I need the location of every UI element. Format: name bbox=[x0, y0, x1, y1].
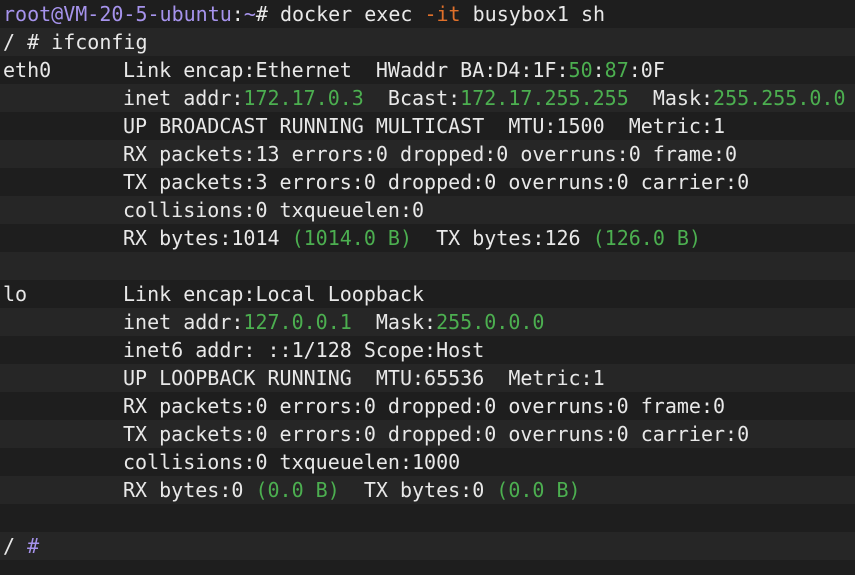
eth0-collisions: collisions:0 txqueuelen:0 bbox=[123, 198, 425, 222]
lo-line-6: TX packets:0 errors:0 dropped:0 overruns… bbox=[0, 420, 855, 448]
lo-tx-bytes: TX bytes:0 bbox=[339, 478, 497, 502]
lo-rx-packets: RX packets:0 errors:0 dropped:0 overruns… bbox=[123, 394, 726, 418]
eth0-link-encap: Link encap:Ethernet HWaddr BA:D4:1F: bbox=[123, 58, 569, 82]
eth0-rx-bytes-human: (1014.0 B) bbox=[291, 226, 412, 250]
lo-line-3: inet6 addr: ::1/128 Scope:Host bbox=[0, 336, 855, 364]
eth0-hwaddr-part: 87 bbox=[604, 58, 629, 82]
eth0-bcast-addr: 172.17.255.255 bbox=[460, 86, 629, 110]
host-prompt-line: root@VM-20-5-ubuntu:~# docker exec -it b… bbox=[0, 0, 855, 28]
eth0-hwaddr-sep: : bbox=[592, 58, 605, 82]
eth0-flags: UP BROADCAST RUNNING MULTICAST MTU:1500 … bbox=[123, 114, 726, 138]
lo-mask-label: Mask: bbox=[351, 310, 437, 334]
lo-inet-label: inet addr: bbox=[123, 310, 244, 334]
shell-command: ifconfig bbox=[51, 30, 148, 54]
lo-line-2: inet addr:127.0.0.1 Mask:255.0.0.0 bbox=[0, 308, 855, 336]
prompt-userhost: root@VM-20-5-ubuntu bbox=[3, 2, 232, 26]
lo-line-1: lo Link encap:Local Loopback bbox=[0, 280, 855, 308]
command-text: docker exec bbox=[279, 2, 425, 26]
lo-mask-addr: 255.0.0.0 bbox=[436, 310, 545, 334]
eth0-rx-packets: RX packets:13 errors:0 dropped:0 overrun… bbox=[123, 142, 738, 166]
trailing-line bbox=[0, 560, 855, 575]
shell-prompt: / # bbox=[3, 30, 52, 54]
prompt-path: ~ bbox=[243, 2, 256, 26]
eth0-inet-label: inet addr: bbox=[123, 86, 244, 110]
eth0-line-6: collisions:0 txqueuelen:0 bbox=[0, 196, 855, 224]
eth0-inet-addr: 172.17.0.3 bbox=[243, 86, 364, 110]
final-prompt-slash: / bbox=[3, 534, 28, 558]
eth0-line-2: inet addr:172.17.0.3 Bcast:172.17.255.25… bbox=[0, 84, 855, 112]
eth0-line-1: eth0 Link encap:Ethernet HWaddr BA:D4:1F:… bbox=[0, 56, 855, 84]
terminal-window[interactable]: root@VM-20-5-ubuntu:~# docker exec -it b… bbox=[0, 0, 855, 575]
blank-line bbox=[0, 252, 855, 280]
prompt-separator: : bbox=[231, 2, 244, 26]
lo-line-7: collisions:0 txqueuelen:1000 bbox=[0, 448, 855, 476]
eth0-mask-label: Mask: bbox=[628, 86, 714, 110]
eth0-line-5: TX packets:3 errors:0 dropped:0 overruns… bbox=[0, 168, 855, 196]
lo-link-encap: Link encap:Local Loopback bbox=[123, 282, 425, 306]
lo-inet-addr: 127.0.0.1 bbox=[243, 310, 352, 334]
eth0-mask-addr: 255.255.0.0 bbox=[713, 86, 846, 110]
eth0-line-7: RX bytes:1014 (1014.0 B) TX bytes:126 (1… bbox=[0, 224, 855, 252]
eth0-line-3: UP BROADCAST RUNNING MULTICAST MTU:1500 … bbox=[0, 112, 855, 140]
lo-collisions: collisions:0 txqueuelen:1000 bbox=[123, 450, 461, 474]
lo-tx-packets: TX packets:0 errors:0 dropped:0 overruns… bbox=[123, 422, 750, 446]
eth0-rx-bytes: RX bytes:1014 bbox=[123, 226, 292, 250]
prompt-symbol: # bbox=[255, 2, 268, 26]
final-prompt-line[interactable]: / # bbox=[0, 532, 855, 560]
interface-name-eth0: eth0 bbox=[3, 58, 52, 82]
command-flag: -it bbox=[424, 2, 461, 26]
eth0-tx-packets: TX packets:3 errors:0 dropped:0 overruns… bbox=[123, 170, 750, 194]
eth0-hwaddr-part: 50 bbox=[568, 58, 593, 82]
final-prompt-hash: # bbox=[27, 534, 40, 558]
eth0-tx-bytes: TX bytes:126 bbox=[412, 226, 593, 250]
lo-inet6: inet6 addr: ::1/128 Scope:Host bbox=[123, 338, 485, 362]
lo-line-5: RX packets:0 errors:0 dropped:0 overruns… bbox=[0, 392, 855, 420]
eth0-bcast-label: Bcast: bbox=[363, 86, 461, 110]
eth0-line-4: RX packets:13 errors:0 dropped:0 overrun… bbox=[0, 140, 855, 168]
eth0-hwaddr-tail: :0F bbox=[628, 58, 665, 82]
lo-flags: UP LOOPBACK RUNNING MTU:65536 Metric:1 bbox=[123, 366, 605, 390]
lo-rx-bytes-human: (0.0 B) bbox=[255, 478, 340, 502]
lo-line-4: UP LOOPBACK RUNNING MTU:65536 Metric:1 bbox=[0, 364, 855, 392]
interface-name-lo: lo bbox=[3, 282, 28, 306]
lo-rx-bytes: RX bytes:0 bbox=[123, 478, 256, 502]
shell-prompt-line: / # ifconfig bbox=[0, 28, 855, 56]
lo-tx-bytes-human: (0.0 B) bbox=[496, 478, 581, 502]
lo-line-8: RX bytes:0 (0.0 B) TX bytes:0 (0.0 B) bbox=[0, 476, 855, 504]
eth0-tx-bytes-human: (126.0 B) bbox=[592, 226, 701, 250]
command-args: busybox1 sh bbox=[460, 2, 606, 26]
